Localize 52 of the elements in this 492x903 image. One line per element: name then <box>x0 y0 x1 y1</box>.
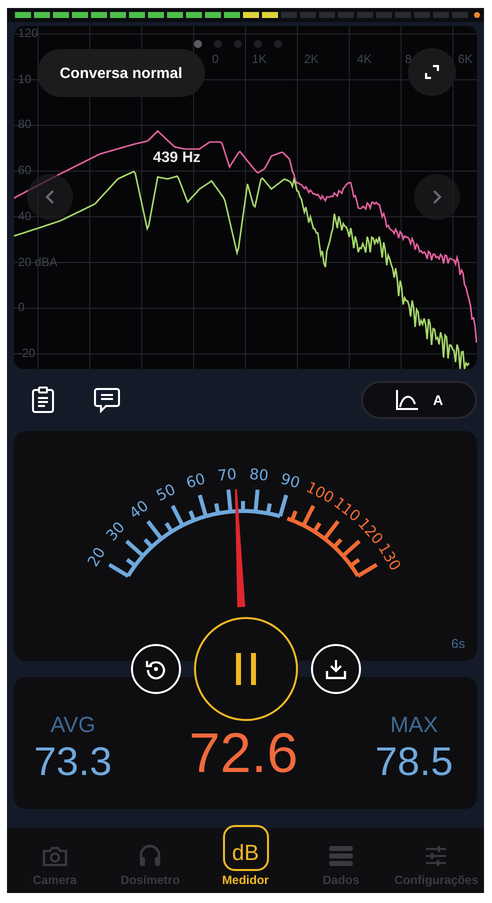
pause-icon <box>234 653 256 685</box>
axis-label: 2K <box>304 52 319 66</box>
reset-icon <box>144 658 166 680</box>
tab[interactable]: dB Medidor <box>198 828 294 893</box>
axis-label: 0 <box>18 300 25 314</box>
weighting-button[interactable]: A <box>361 381 477 419</box>
preset-button[interactable]: Conversa normal <box>37 49 205 97</box>
axis-label: 60 <box>18 163 32 178</box>
peak-dot <box>474 12 480 18</box>
chevron-left-icon <box>45 189 55 205</box>
axis-label: 0 <box>212 52 219 66</box>
frequency-marker: 439 Hz <box>153 149 201 166</box>
axis-label: 80 <box>18 117 32 132</box>
report-button[interactable] <box>31 386 55 414</box>
axis-label: 120 <box>18 26 38 40</box>
chevron-right-icon <box>432 189 442 205</box>
axis-label: 1K <box>252 52 267 66</box>
page-dot[interactable] <box>234 40 242 48</box>
scale-label: 60 <box>184 470 208 492</box>
stat-value: 72.6 <box>189 720 298 785</box>
axis-label: 10 <box>18 72 32 86</box>
scale-label: 70 <box>216 465 238 485</box>
axis-label: 8 <box>405 52 412 66</box>
time-window: 6s <box>451 636 465 651</box>
comment-button[interactable] <box>93 387 121 413</box>
axis-label: 40 <box>18 208 32 223</box>
stat-label: AVG <box>50 712 96 738</box>
axis-label: 4K <box>357 52 372 66</box>
axis-label: -20 <box>18 346 36 360</box>
stat-value: 78.5 <box>375 740 453 785</box>
camera-icon <box>42 845 68 867</box>
axis-label: 20 dBA <box>18 254 58 268</box>
clipboard-icon <box>31 386 55 414</box>
scale-label: 50 <box>153 480 178 505</box>
sliders-icon <box>424 845 448 867</box>
page-dot[interactable] <box>194 40 202 48</box>
decibel-badge: dB <box>222 825 269 871</box>
download-icon <box>324 658 346 680</box>
stat-label: MAX <box>390 712 438 738</box>
axis-label: 6K <box>458 52 473 66</box>
page-dot[interactable] <box>274 40 282 48</box>
page-dot[interactable] <box>214 40 222 48</box>
chat-icon <box>93 387 121 413</box>
headphones-icon <box>138 843 162 867</box>
scale-label: 90 <box>278 470 302 492</box>
scale-label: 80 <box>248 465 270 485</box>
stat-value: 73.3 <box>34 740 112 785</box>
scale-label: 20 <box>84 544 110 570</box>
page-dot[interactable] <box>254 40 262 48</box>
expand-icon <box>425 65 439 79</box>
database-icon <box>328 845 354 867</box>
curve-icon <box>394 389 419 411</box>
